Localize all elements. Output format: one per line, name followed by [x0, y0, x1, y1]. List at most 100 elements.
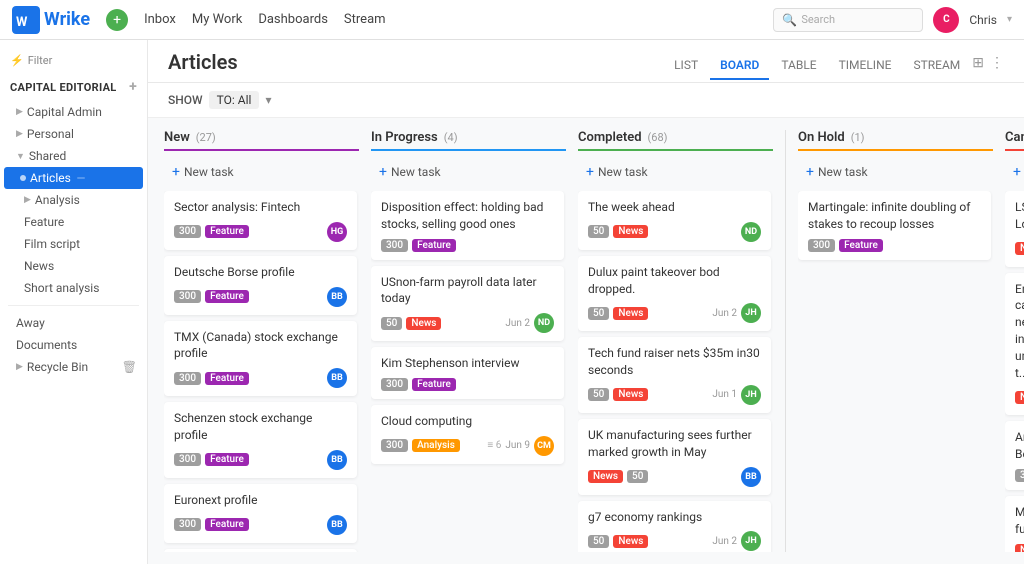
sidebar-item-analysis[interactable]: ▶ Analysis — [0, 189, 147, 211]
sidebar-item-feature[interactable]: Feature — [0, 211, 147, 233]
task-card[interactable]: Martingale: infinite doubling of stakes … — [798, 191, 991, 260]
sidebar-item-away[interactable]: Away — [0, 312, 147, 334]
view-tabs: LIST BOARD TABLE TIMELINE STREAM ⊞ ⋮ — [664, 52, 1004, 80]
sidebar-item-label: Shared — [29, 149, 66, 163]
task-card[interactable]: Disposition effect: holding bad stocks, … — [371, 191, 564, 260]
column-cancelled: Cancelled(24)+ New taskLSE welcomes tech… — [1005, 130, 1024, 552]
wrike-logo-icon: W — [12, 6, 40, 34]
task-card[interactable]: LSE welcomes tech sto... largest London … — [1005, 191, 1024, 267]
task-card[interactable]: Dulux paint takeover bod dropped.50NewsJ… — [578, 256, 771, 332]
add-button[interactable]: + — [106, 9, 128, 31]
sidebar-item-articles[interactable]: Articles — [4, 167, 143, 189]
nav-dashboards[interactable]: Dashboards — [258, 12, 328, 27]
tab-timeline[interactable]: TIMELINE — [829, 52, 902, 80]
card-tag: 300 — [1015, 469, 1024, 482]
task-card[interactable]: Sector analysis: Fintech300FeatureHG — [164, 191, 357, 250]
column-cards-new: Sector analysis: Fintech300FeatureHG Deut… — [164, 191, 359, 552]
column-cards-on-hold: Martingale: infinite doubling of stakes … — [798, 191, 993, 552]
sidebar-add-icon[interactable]: + — [129, 79, 137, 95]
sidebar-item-label: Film script — [24, 237, 80, 251]
task-card[interactable]: Tech fund raiser nets $35m in30 seconds5… — [578, 337, 771, 413]
card-tag: 50 — [588, 307, 609, 320]
card-tag: Feature — [412, 378, 456, 391]
task-card[interactable]: TMX (Canada) stock exchange profile300Fe… — [164, 321, 357, 397]
card-tags: 300Feature — [808, 239, 883, 252]
task-card[interactable]: Euronext profile300FeatureBB — [164, 484, 357, 543]
card-meta: HG — [327, 222, 347, 242]
tab-table[interactable]: TABLE — [771, 52, 826, 80]
sidebar-item-label: Recycle Bin — [27, 360, 88, 374]
sidebar-filter[interactable]: ⚡ Filter — [0, 48, 147, 73]
chevron-right-icon: ▶ — [16, 129, 23, 139]
card-footer: News — [1015, 544, 1024, 552]
filter-icon: ⚡ — [10, 54, 24, 67]
sidebar-item-film-script[interactable]: Film script — [0, 233, 147, 255]
card-title: UK manufacturing sees further marked gro… — [588, 427, 761, 461]
new-task-button-in-progress[interactable]: + New task — [371, 159, 566, 185]
show-filter-value[interactable]: TO: All — [209, 91, 260, 109]
new-task-button-completed[interactable]: + New task — [578, 159, 773, 185]
task-card[interactable]: Morgan Stanley launch... PE fundNews — [1005, 496, 1024, 552]
board-area: New(27)+ New taskSector analysis: Fintec… — [148, 118, 1024, 564]
nav-right: 🔍 Search C Chris ▾ — [773, 7, 1012, 33]
nav-my-work[interactable]: My Work — [192, 12, 242, 27]
user-menu-chevron-icon[interactable]: ▾ — [1007, 14, 1012, 25]
card-avatar: ND — [534, 313, 554, 333]
card-avatar: ND — [741, 222, 761, 242]
task-card[interactable]: Hong Kong stock exchange profile300Featu… — [164, 549, 357, 552]
task-card[interactable]: Cloud computing300Analysis≡ 6Jun 9CM — [371, 405, 564, 464]
task-card[interactable]: Deutsche Borse profile300FeatureBB — [164, 256, 357, 315]
card-tag: Feature — [205, 290, 249, 303]
sidebar-item-capital-admin[interactable]: ▶ Capital Admin — [0, 101, 147, 123]
user-avatar[interactable]: C — [933, 7, 959, 33]
card-tags: 50News — [588, 225, 648, 238]
card-title: Martingale: infinite doubling of stakes … — [808, 199, 981, 233]
sidebar-item-news[interactable]: News — [0, 255, 147, 277]
card-tag: 300 — [174, 518, 201, 531]
task-card[interactable]: USnon-farm payroll data later today50New… — [371, 266, 564, 342]
search-bar[interactable]: 🔍 Search — [773, 8, 923, 32]
card-tags: 300Feature — [381, 239, 456, 252]
task-card[interactable]: g7 economy rankings50NewsJun 2JH — [578, 501, 771, 552]
task-card[interactable]: Enter the vortex: How managers can trans… — [1005, 273, 1024, 416]
task-card[interactable]: Analysis on Japan econ... off Bernanke s… — [1005, 421, 1024, 490]
task-card[interactable]: Kim Stephenson interview300Feature — [371, 347, 564, 399]
user-name[interactable]: Chris — [969, 13, 997, 27]
sidebar-item-personal[interactable]: ▶ Personal — [0, 123, 147, 145]
sidebar-item-documents[interactable]: Documents — [0, 334, 147, 356]
column-in-progress: In Progress(4)+ New taskDisposition effe… — [371, 130, 566, 552]
card-title: Euronext profile — [174, 492, 347, 509]
new-task-button-on-hold[interactable]: + New task — [798, 159, 993, 185]
sidebar-item-shared[interactable]: ▼ Shared — [0, 145, 147, 167]
top-navigation: W Wrike + Inbox My Work Dashboards Strea… — [0, 0, 1024, 40]
card-avatar: BB — [327, 450, 347, 470]
tab-list[interactable]: LIST — [664, 52, 708, 80]
sidebar-item-short-analysis[interactable]: Short analysis — [0, 277, 147, 299]
app-logo[interactable]: W Wrike — [12, 6, 90, 34]
card-title: Deutsche Borse profile — [174, 264, 347, 281]
new-task-button-new[interactable]: + New task — [164, 159, 359, 185]
card-footer: 300Feature — [381, 239, 554, 252]
chevron-right-icon: ▶ — [16, 107, 23, 117]
card-meta: ≡ 6Jun 9CM — [487, 436, 554, 456]
card-tag: Feature — [205, 453, 249, 466]
sidebar-item-recycle-bin[interactable]: ▶ Recycle Bin 🗑 — [0, 356, 147, 378]
tab-board[interactable]: BOARD — [710, 52, 769, 80]
tab-stream[interactable]: STREAM — [903, 52, 970, 80]
task-card[interactable]: Schenzen stock exchange profile300Featur… — [164, 402, 357, 478]
new-task-button-cancelled[interactable]: + New task — [1005, 159, 1024, 185]
page-header: Articles LIST BOARD TABLE TIMELINE STREA… — [148, 40, 1024, 83]
task-card[interactable]: UK manufacturing sees further marked gro… — [578, 419, 771, 495]
card-tag: Feature — [205, 518, 249, 531]
task-card[interactable]: The week ahead50NewsND — [578, 191, 771, 250]
card-footer: NewsBB — [1015, 239, 1024, 259]
search-icon: 🔍 — [782, 13, 797, 27]
nav-inbox[interactable]: Inbox — [144, 12, 176, 27]
sidebar-section-capital[interactable]: CAPITAL EDITORIAL + — [0, 73, 147, 101]
card-tag: News — [1015, 391, 1024, 404]
grid-icon[interactable]: ⊞ — [972, 55, 984, 71]
nav-stream[interactable]: Stream — [344, 12, 386, 27]
filter-funnel-icon[interactable]: ▾ — [265, 93, 271, 107]
card-footer: 300Analysis≡ 6Jun 9CM — [381, 436, 554, 456]
more-icon[interactable]: ⋮ — [990, 55, 1004, 71]
